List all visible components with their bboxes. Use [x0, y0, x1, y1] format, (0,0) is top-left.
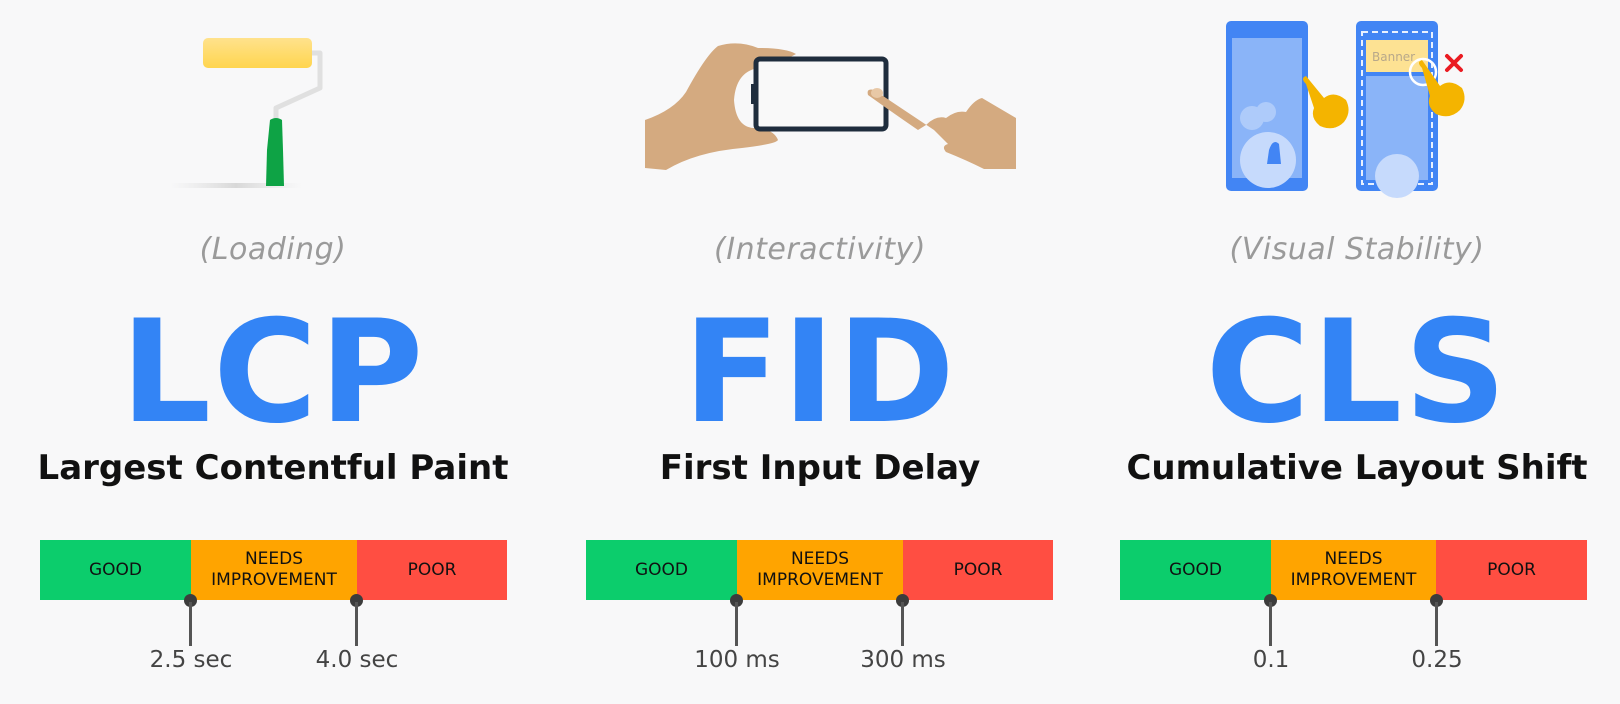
segment-good: GOOD: [1120, 540, 1271, 600]
metric-category: (Loading): [199, 232, 347, 267]
metric-category: (Interactivity): [714, 232, 926, 267]
segment-poor: POOR: [357, 540, 507, 600]
threshold-marker: [1264, 594, 1278, 646]
threshold-label: 2.5 sec: [149, 647, 233, 673]
threshold-label: 0.25: [1411, 647, 1463, 673]
cls-threshold-bar: GOOD NEEDS IMPROVEMENT POOR: [1120, 540, 1587, 600]
metric-acronym: CLS: [1205, 290, 1509, 455]
metric-acronym: FID: [683, 290, 957, 455]
fid-threshold-bar: GOOD NEEDS IMPROVEMENT POOR: [586, 540, 1053, 600]
segment-needs-improvement: NEEDS IMPROVEMENT: [737, 540, 903, 600]
threshold-marker: [896, 594, 910, 646]
segment-good: GOOD: [40, 540, 191, 600]
threshold-label: 100 ms: [694, 647, 780, 673]
metric-name: Largest Contentful Paint: [37, 448, 509, 488]
paint-roller-icon: [170, 38, 323, 188]
threshold-label: 0.1: [1252, 647, 1290, 673]
hand-tapping-phone-icon: [645, 43, 1016, 170]
threshold-marker: [184, 594, 198, 646]
threshold-label: 4.0 sec: [315, 647, 399, 673]
metric-acronym: LCP: [120, 290, 426, 455]
metric-name: Cumulative Layout Shift: [1126, 448, 1588, 488]
threshold-marker: [350, 594, 364, 646]
threshold-marker: [1430, 594, 1444, 646]
segment-good: GOOD: [586, 540, 737, 600]
metric-category: (Visual Stability): [1229, 232, 1485, 267]
lcp-threshold-bar: GOOD NEEDS IMPROVEMENT POOR: [40, 540, 507, 600]
banner-label: Banner: [1372, 50, 1415, 64]
threshold-label: 300 ms: [860, 647, 946, 673]
threshold-marker: [730, 594, 744, 646]
layout-shift-phones-icon: Banner: [1226, 21, 1465, 198]
segment-poor: POOR: [903, 540, 1053, 600]
metric-name: First Input Delay: [659, 448, 981, 488]
segment-needs-improvement: NEEDS IMPROVEMENT: [191, 540, 357, 600]
segment-needs-improvement: NEEDS IMPROVEMENT: [1271, 540, 1436, 600]
segment-poor: POOR: [1436, 540, 1587, 600]
